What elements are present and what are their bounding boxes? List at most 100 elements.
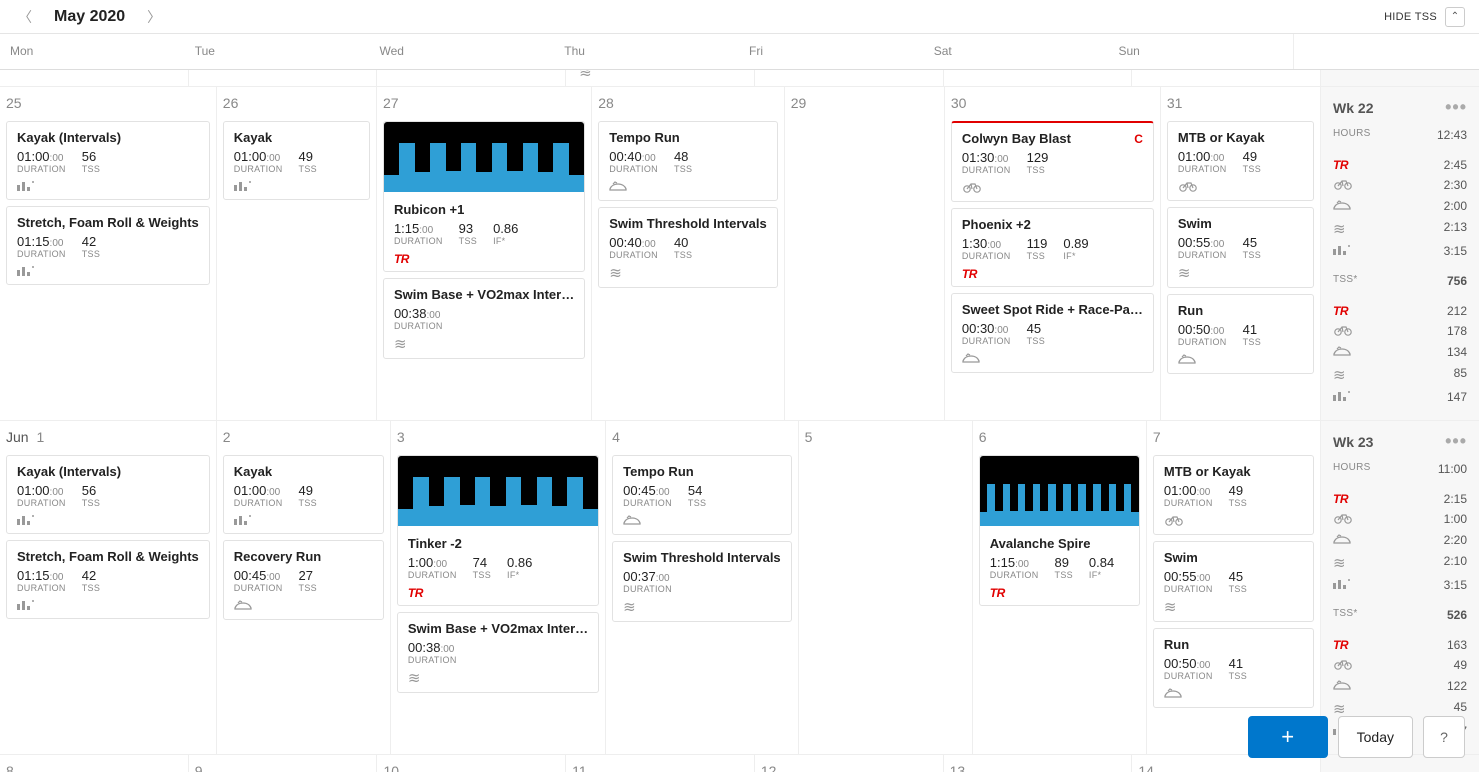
day-cell[interactable] — [1132, 70, 1321, 86]
stats-row: 01:00:00DURATION56TSS — [17, 483, 199, 508]
sport-icon-row — [234, 180, 359, 193]
workout-card[interactable]: MTB or Kayak01:00:00DURATION49TSS — [1167, 121, 1314, 201]
day-cell[interactable]: 28Tempo Run00:40:00DURATION48TSSSwim Thr… — [592, 87, 785, 420]
add-button[interactable]: + — [1248, 716, 1328, 758]
stats-row: 1:15:00DURATION93TSS0.86IF* — [394, 221, 574, 246]
workout-card[interactable]: Avalanche Spire1:15:00DURATION89TSS0.84I… — [979, 455, 1140, 606]
day-cell[interactable]: 25Kayak (Intervals)01:00:00DURATION56TSS… — [0, 87, 217, 420]
dow-label: Fri — [739, 34, 924, 69]
stats-row: 00:50:00DURATION41TSS — [1178, 322, 1303, 347]
today-button[interactable]: Today — [1338, 716, 1413, 758]
month-title: May 2020 — [54, 8, 125, 26]
workout-card[interactable]: Colwyn Bay BlastC01:30:00DURATION129TSS — [951, 121, 1154, 202]
week-label: Wk 23••• — [1333, 431, 1467, 452]
workout-card[interactable]: Swim00:55:00DURATION45TSS≋ — [1167, 207, 1314, 288]
workout-title: Stretch, Foam Roll & Weights — [17, 215, 199, 230]
workout-card[interactable]: Sweet Spot Ride + Race-Pa…00:30:00DURATI… — [951, 293, 1154, 373]
run-icon — [1333, 346, 1351, 360]
day-cell[interactable]: 13 — [944, 755, 1133, 772]
workout-chart — [980, 456, 1139, 526]
workout-card[interactable]: MTB or Kayak01:00:00DURATION49TSS — [1153, 455, 1314, 535]
sport-icon-row — [1164, 687, 1303, 701]
day-cell[interactable]: 6 Avalanche Spire1:15:00DURATION89TSS0.84… — [973, 421, 1147, 754]
run-icon — [234, 599, 252, 614]
day-cell[interactable]: 7 MTB or Kayak01:00:00DURATION49TSSSwim00… — [1147, 421, 1321, 754]
workout-card[interactable]: Swim Base + VO2max Inter…00:38:00DURATIO… — [383, 278, 585, 359]
day-cell[interactable]: 11 — [566, 755, 755, 772]
workout-card[interactable]: Swim Base + VO2max Inter…00:38:00DURATIO… — [397, 612, 599, 693]
day-cell[interactable]: 10 — [377, 755, 566, 772]
bottom-toolbar: + Today ? — [1248, 716, 1465, 758]
day-cell[interactable] — [0, 70, 189, 86]
stats-row: 01:00:00DURATION49TSS — [1178, 149, 1303, 174]
workout-title: Recovery Run — [234, 549, 373, 564]
stats-row: 00:45:00DURATION54TSS — [623, 483, 781, 508]
day-number: 9 — [195, 761, 371, 772]
swim-icon: ≋ — [1164, 599, 1177, 616]
workout-card[interactable]: Swim00:55:00DURATION45TSS≋ — [1153, 541, 1314, 622]
day-number: 27 — [383, 93, 585, 115]
stats-row: 1:15:00DURATION89TSS0.84IF* — [990, 555, 1129, 580]
day-cell[interactable]: 26Kayak01:00:00DURATION49TSS — [217, 87, 377, 420]
prev-month-button[interactable]: 〈 — [14, 5, 36, 29]
week-summary: Wk 23•••HOURS11:00TR2:151:002:20≋2:103:1… — [1321, 421, 1479, 754]
strength-icon — [234, 513, 252, 528]
workout-card[interactable]: Stretch, Foam Roll & Weights01:15:00DURA… — [6, 206, 210, 285]
week-menu-button[interactable]: ••• — [1445, 97, 1467, 118]
day-number: 7 — [1153, 427, 1314, 449]
day-cell[interactable]: 2Kayak01:00:00DURATION49TSSRecovery Run0… — [217, 421, 391, 754]
dow-label: Sat — [924, 34, 1109, 69]
workout-card[interactable]: Recovery Run00:45:00DURATION27TSS — [223, 540, 384, 620]
day-cell[interactable]: 12 — [755, 755, 944, 772]
swim-icon: ≋ — [1333, 367, 1346, 384]
sport-icon-row: ≋ — [1164, 600, 1303, 615]
day-cell[interactable]: ≋ — [566, 70, 755, 86]
workout-card[interactable]: Kayak01:00:00DURATION49TSS — [223, 455, 384, 534]
workout-card[interactable]: Stretch, Foam Roll & Weights01:15:00DURA… — [6, 540, 210, 619]
day-cell[interactable] — [944, 70, 1133, 86]
workout-card[interactable]: Swim Threshold Intervals00:40:00DURATION… — [598, 207, 778, 288]
workout-card[interactable]: Run00:50:00DURATION41TSS — [1153, 628, 1314, 708]
bike-icon — [1333, 325, 1353, 339]
day-cell[interactable]: 3Tinker -21:00:00DURATION74TSS0.86IF*TRS… — [391, 421, 606, 754]
help-button[interactable]: ? — [1423, 716, 1465, 758]
collapse-button[interactable]: ⌃ — [1445, 7, 1465, 27]
workout-title: Rubicon +1 — [394, 202, 574, 217]
calendar-body[interactable]: ≋ 25Kayak (Intervals)01:00:00DURATION56TS… — [0, 70, 1479, 772]
next-month-button[interactable]: 〉 — [143, 5, 165, 29]
workout-card[interactable]: Kayak (Intervals)01:00:00DURATION56TSS — [6, 455, 210, 534]
day-of-week-row: MonTueWedThuFriSatSun — [0, 34, 1479, 70]
workout-card[interactable]: Swim Threshold Intervals00:37:00DURATION… — [612, 541, 792, 622]
day-cell[interactable]: 8 — [0, 755, 189, 772]
workout-card[interactable]: Tempo Run00:45:00DURATION54TSS — [612, 455, 792, 535]
day-cell[interactable]: 30Colwyn Bay BlastC01:30:00DURATION129TS… — [945, 87, 1161, 420]
workout-card[interactable]: Tinker -21:00:00DURATION74TSS0.86IF*TR — [397, 455, 599, 606]
day-cell[interactable]: 31MTB or Kayak01:00:00DURATION49TSSSwim0… — [1161, 87, 1321, 420]
sport-icon-row — [623, 514, 781, 528]
sport-icon-row — [234, 599, 373, 613]
tr-icon: TR — [394, 252, 409, 266]
workout-card[interactable]: Phoenix +21:30:00DURATION119TSS0.89IF*TR — [951, 208, 1154, 287]
workout-chart — [384, 122, 584, 192]
day-cell[interactable] — [755, 70, 944, 86]
day-cell[interactable]: 5 — [799, 421, 973, 754]
sport-icon-row — [1164, 514, 1303, 528]
swim-icon: ≋ — [408, 670, 421, 687]
workout-card[interactable]: Rubicon +1 1:15:00DURATION93TSS0.86IF* TR — [383, 121, 585, 272]
day-cell[interactable]: Jun 1Kayak (Intervals)01:00:00DURATION56… — [0, 421, 217, 754]
workout-title: Swim — [1178, 216, 1303, 231]
hide-tss-toggle[interactable]: HIDE TSS — [1384, 11, 1437, 23]
workout-card[interactable]: Run00:50:00DURATION41TSS — [1167, 294, 1314, 374]
workout-card[interactable]: Kayak (Intervals)01:00:00DURATION56TSS — [6, 121, 210, 200]
day-cell[interactable]: 9 — [189, 755, 378, 772]
day-cell[interactable] — [189, 70, 378, 86]
day-cell[interactable]: 29 — [785, 87, 945, 420]
workout-card[interactable]: Kayak01:00:00DURATION49TSS — [223, 121, 370, 200]
day-cell[interactable] — [377, 70, 566, 86]
day-cell[interactable]: 4Tempo Run00:45:00DURATION54TSSSwim Thre… — [606, 421, 799, 754]
workout-card[interactable]: Tempo Run00:40:00DURATION48TSS — [598, 121, 778, 201]
day-cell[interactable]: 27 Rubicon +1 1:15:00DURATION93TSS0.86IF* T… — [377, 87, 592, 420]
run-icon — [1333, 680, 1351, 694]
day-number: 6 — [979, 427, 1140, 449]
week-menu-button[interactable]: ••• — [1445, 431, 1467, 452]
